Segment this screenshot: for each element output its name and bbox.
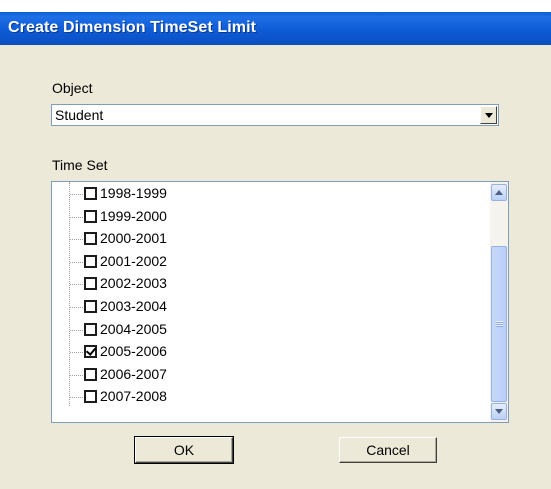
tree-item[interactable]: 2003-2004 (52, 296, 472, 318)
chevron-down-icon[interactable] (480, 106, 497, 124)
tree-item-label: 2005-2006 (100, 343, 167, 360)
tree-branch-line (70, 307, 83, 308)
checkbox[interactable] (84, 187, 97, 200)
tree-item-label: 2003-2004 (100, 298, 167, 314)
checkbox[interactable] (84, 209, 97, 223)
tree-branch-line (70, 194, 83, 195)
object-dropdown[interactable]: Student (51, 104, 499, 126)
tree-item-label: 2001-2002 (100, 252, 167, 269)
tree-item[interactable]: 1998-1999 (52, 183, 472, 205)
tree-branch-line (70, 261, 83, 263)
checkbox[interactable] (84, 367, 97, 381)
grip-icon (496, 321, 503, 327)
cancel-button[interactable]: Cancel (339, 437, 437, 463)
tree-branch-line (70, 397, 83, 399)
tree-item[interactable]: 2000-2001 (52, 228, 472, 250)
tree-item-label: 2000-2001 (100, 230, 167, 247)
scroll-thumb[interactable] (491, 246, 507, 402)
checkbox[interactable] (84, 300, 97, 313)
checkbox[interactable] (84, 322, 97, 336)
tree-branch-line (70, 374, 83, 376)
tree-item[interactable]: 2007-2008 (52, 386, 472, 408)
object-label: Object (52, 80, 93, 96)
timeset-label: Time Set (52, 157, 108, 173)
scroll-up-icon[interactable] (491, 184, 507, 201)
object-selected-value: Student (55, 107, 104, 123)
checkbox[interactable] (84, 390, 97, 404)
tree-item[interactable]: 2001-2002 (52, 251, 472, 273)
tree-branch-line (70, 352, 83, 354)
tree-item[interactable]: 2004-2005 (52, 319, 472, 341)
tree-item-label: 1998-1999 (100, 185, 167, 201)
checkbox[interactable] (84, 232, 97, 246)
window-title: Create Dimension TimeSet Limit (8, 19, 257, 36)
tree-item[interactable]: 2002-2003 (52, 273, 472, 295)
tree-item[interactable]: 1999-2000 (52, 206, 472, 228)
tree-branch-line (70, 216, 83, 218)
tree-branch-line (70, 284, 83, 286)
tree-item-label: 2006-2007 (100, 365, 167, 382)
timeset-tree[interactable]: 1998-1999 1999-2000 2000-2001 2001-2002 2002… (51, 181, 509, 423)
tree-branch-line (70, 329, 83, 331)
tree-item-label: 2004-2005 (100, 320, 167, 337)
tree-item[interactable]: 2005-2006 (52, 341, 472, 363)
ok-button[interactable]: OK (134, 436, 234, 464)
tree-item[interactable]: 2006-2007 (52, 364, 472, 386)
tree-branch-line (70, 239, 83, 241)
tree-item-label: 1999-2000 (100, 207, 167, 224)
tree-item-label: 2002-2003 (100, 275, 167, 292)
scroll-down-icon[interactable] (491, 403, 507, 420)
dialog-window: Create Dimension TimeSet Limit Object St… (0, 12, 551, 489)
checkbox[interactable] (84, 254, 97, 268)
tree-item-label: 2007-2008 (100, 388, 167, 405)
checkbox-checked[interactable] (84, 345, 97, 359)
vertical-scrollbar[interactable] (490, 182, 508, 422)
checkbox[interactable] (84, 277, 97, 291)
title-bar[interactable]: Create Dimension TimeSet Limit (0, 12, 551, 45)
